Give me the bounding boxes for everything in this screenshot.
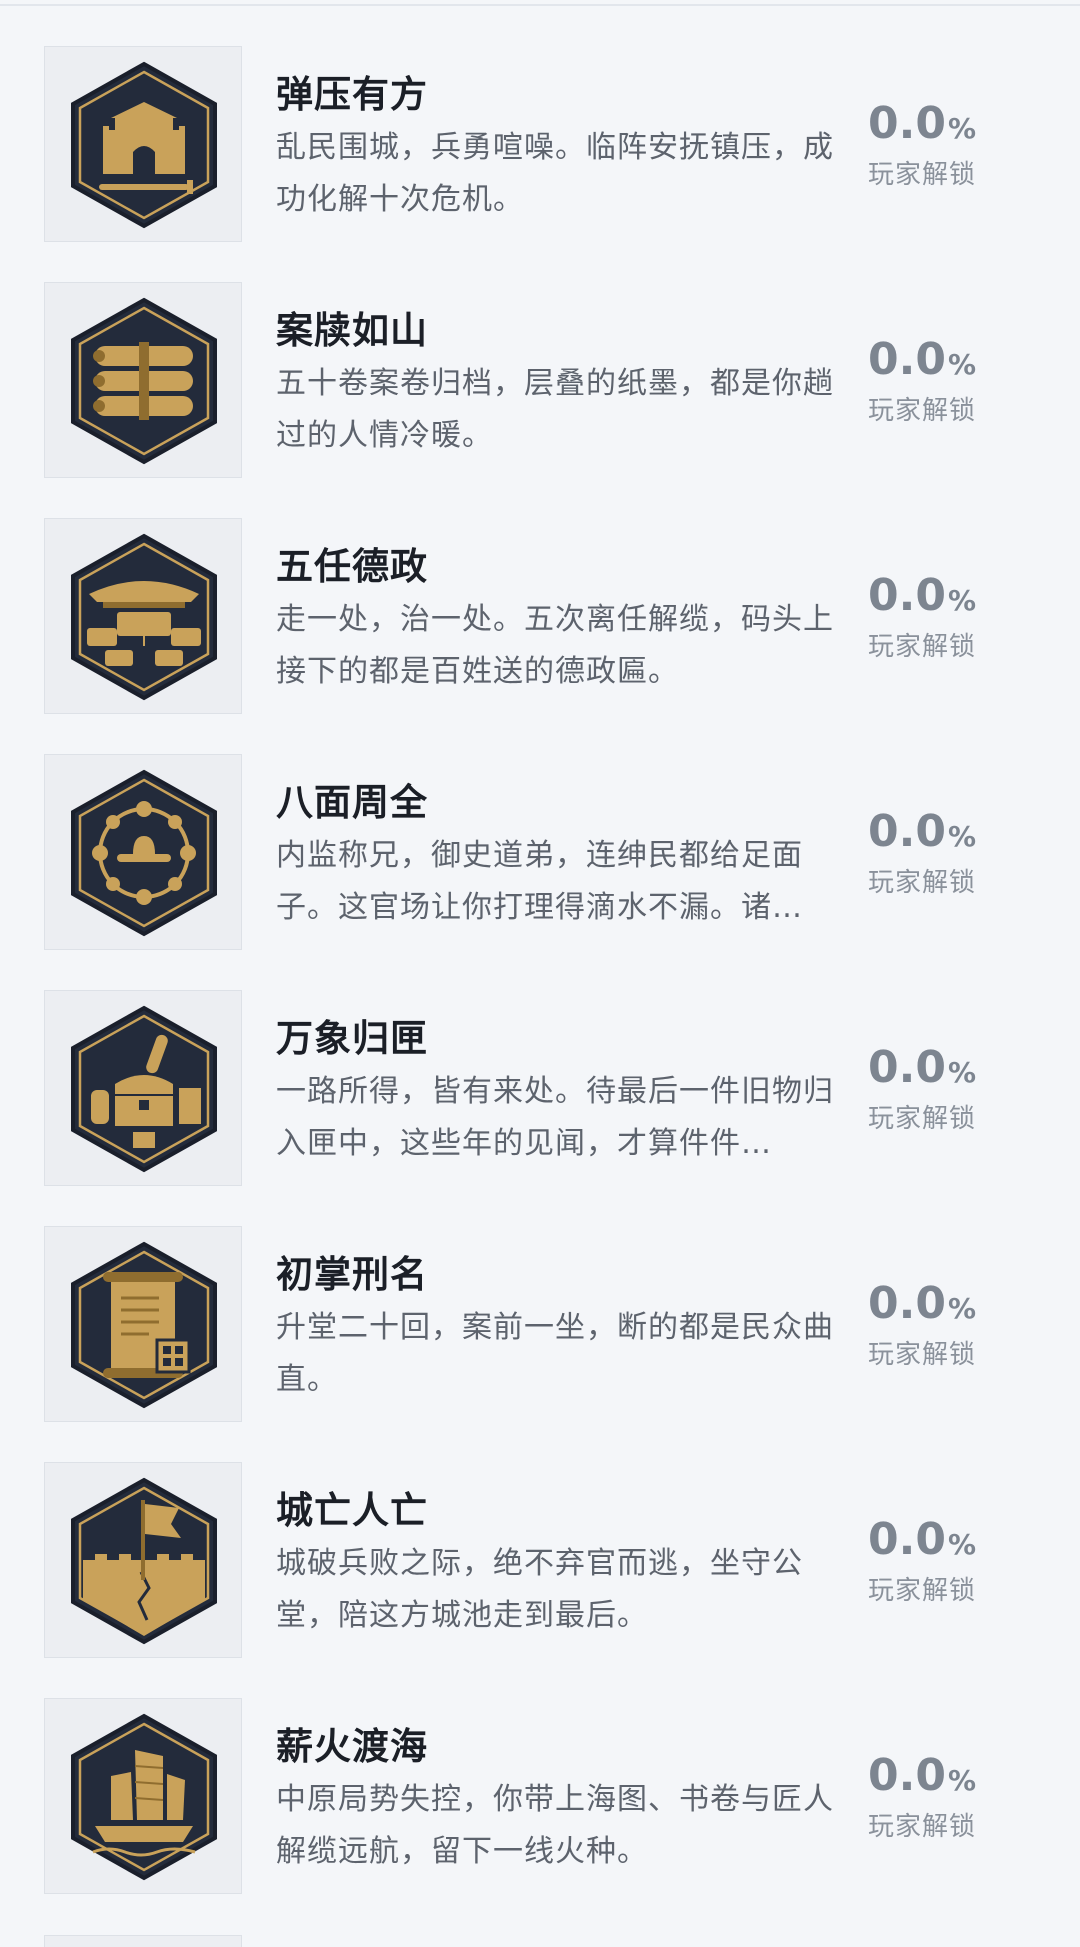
unlock-percentage: 0.0%: [822, 806, 1022, 857]
scrolls-icon: [71, 297, 217, 465]
achievement-title: 万象归匣: [276, 1017, 428, 1060]
percent-value: 0.0: [867, 1042, 946, 1093]
junk-ship-icon: [71, 1713, 217, 1881]
scroll-seal-icon: [71, 1241, 217, 1409]
percent-sign: %: [947, 1528, 976, 1561]
achievement-row[interactable]: 薪火渡海 中原局势失控，你带上海图、书卷与匠人解缆远航，留下一线火种。 0.0%…: [0, 1652, 1080, 1894]
achievement-title: 八面周全: [276, 781, 428, 824]
achievement-row[interactable]: 五任德政 走一处，治一处。五次离任解缆，码头上接下的都是百姓送的德政匾。 0.0…: [0, 472, 1080, 714]
percent-value: 0.0: [867, 334, 946, 385]
achievement-row[interactable]: 初掌刑名 升堂二十回，案前一坐，断的都是民众曲直。 0.0% 玩家解锁: [0, 1180, 1080, 1422]
achievement-title: 弹压有方: [276, 73, 428, 116]
percent-sign: %: [947, 112, 976, 145]
achievement-row[interactable]: 城亡人亡 城破兵败之际，绝不弃官而逃，坐守公堂，陪这方城池走到最后。 0.0% …: [0, 1416, 1080, 1658]
achievement-row[interactable]: 案牍如山 五十卷案卷归档，层叠的纸墨，都是你趟过的人情冷暖。 0.0% 玩家解锁: [0, 236, 1080, 478]
achievement-title: 五任德政: [276, 545, 428, 588]
percent-value: 0.0: [867, 1278, 946, 1329]
unlock-label: 玩家解锁: [867, 160, 976, 190]
achievement-badge: [44, 754, 242, 950]
unlock-percentage: 0.0%: [822, 334, 1022, 385]
unlock-percentage: 0.0%: [822, 570, 1022, 621]
pavilion-plaques-icon: [71, 533, 217, 701]
unlock-label: 玩家解锁: [867, 1812, 976, 1842]
achievement-row[interactable]: 万象归匣 一路所得，皆有来处。待最后一件旧物归入匣中，这些年的见闻，才算件件… …: [0, 944, 1080, 1186]
percent-sign: %: [947, 1292, 976, 1325]
percent-value: 0.0: [867, 1750, 946, 1801]
achievement-title: 薪火渡海: [276, 1725, 428, 1768]
percent-value: 0.0: [867, 1514, 946, 1565]
achievement-badge: [44, 990, 242, 1186]
next-achievement-badge-partial: [44, 1935, 242, 1947]
official-hat-network-icon: [71, 769, 217, 937]
treasure-chest-icon: [71, 1005, 217, 1173]
achievement-badge: [44, 518, 242, 714]
unlock-label: 玩家解锁: [867, 868, 976, 898]
unlock-label: 玩家解锁: [867, 632, 976, 662]
unlock-label: 玩家解锁: [867, 1340, 976, 1370]
achievement-badge: [44, 1462, 242, 1658]
city-gate-sword-icon: [71, 61, 217, 229]
unlock-percentage: 0.0%: [822, 1042, 1022, 1093]
achievement-badge: [44, 1226, 242, 1422]
percent-sign: %: [947, 348, 976, 381]
percent-sign: %: [947, 1056, 976, 1089]
achievement-title: 初掌刑名: [276, 1253, 428, 1296]
unlock-label: 玩家解锁: [867, 396, 976, 426]
achievement-badge: [44, 1698, 242, 1894]
percent-sign: %: [947, 820, 976, 853]
achievement-description: 走一处，治一处。五次离任解缆，码头上接下的都是百姓送的德政匾。: [276, 602, 834, 689]
percent-sign: %: [947, 1764, 976, 1797]
achievement-title: 城亡人亡: [276, 1489, 428, 1532]
achievement-description: 乱民围城，兵勇喧噪。临阵安抚镇压，成功化解十次危机。: [276, 130, 834, 217]
achievement-badge: [44, 46, 242, 242]
achievement-title: 案牍如山: [276, 309, 428, 352]
achievement-description: 内监称兄，御史道弟，连绅民都给足面子。这官场让你打理得滴水不漏。诸…: [276, 838, 803, 925]
percent-value: 0.0: [867, 98, 946, 149]
unlock-percentage: 0.0%: [822, 98, 1022, 149]
achievement-badge: [44, 282, 242, 478]
unlock-label: 玩家解锁: [867, 1104, 976, 1134]
achievement-row[interactable]: 弹压有方 乱民围城，兵勇喧噪。临阵安抚镇压，成功化解十次危机。 0.0% 玩家解…: [0, 0, 1080, 242]
achievement-description: 城破兵败之际，绝不弃官而逃，坐守公堂，陪这方城池走到最后。: [276, 1546, 803, 1633]
achievement-description: 五十卷案卷归档，层叠的纸墨，都是你趟过的人情冷暖。: [276, 366, 834, 453]
achievement-description: 一路所得，皆有来处。待最后一件旧物归入匣中，这些年的见闻，才算件件…: [276, 1074, 834, 1161]
unlock-label: 玩家解锁: [867, 1576, 976, 1606]
achievement-row[interactable]: 八面周全 内监称兄，御史道弟，连绅民都给足面子。这官场让你打理得滴水不漏。诸… …: [0, 708, 1080, 950]
achievement-description: 升堂二十回，案前一坐，断的都是民众曲直。: [276, 1310, 834, 1397]
unlock-percentage: 0.0%: [822, 1750, 1022, 1801]
ruined-wall-banner-icon: [71, 1477, 217, 1645]
percent-value: 0.0: [867, 806, 946, 857]
unlock-percentage: 0.0%: [822, 1514, 1022, 1565]
achievement-description: 中原局势失控，你带上海图、书卷与匠人解缆远航，留下一线火种。: [276, 1782, 834, 1869]
percent-value: 0.0: [867, 570, 946, 621]
percent-sign: %: [947, 584, 976, 617]
unlock-percentage: 0.0%: [822, 1278, 1022, 1329]
